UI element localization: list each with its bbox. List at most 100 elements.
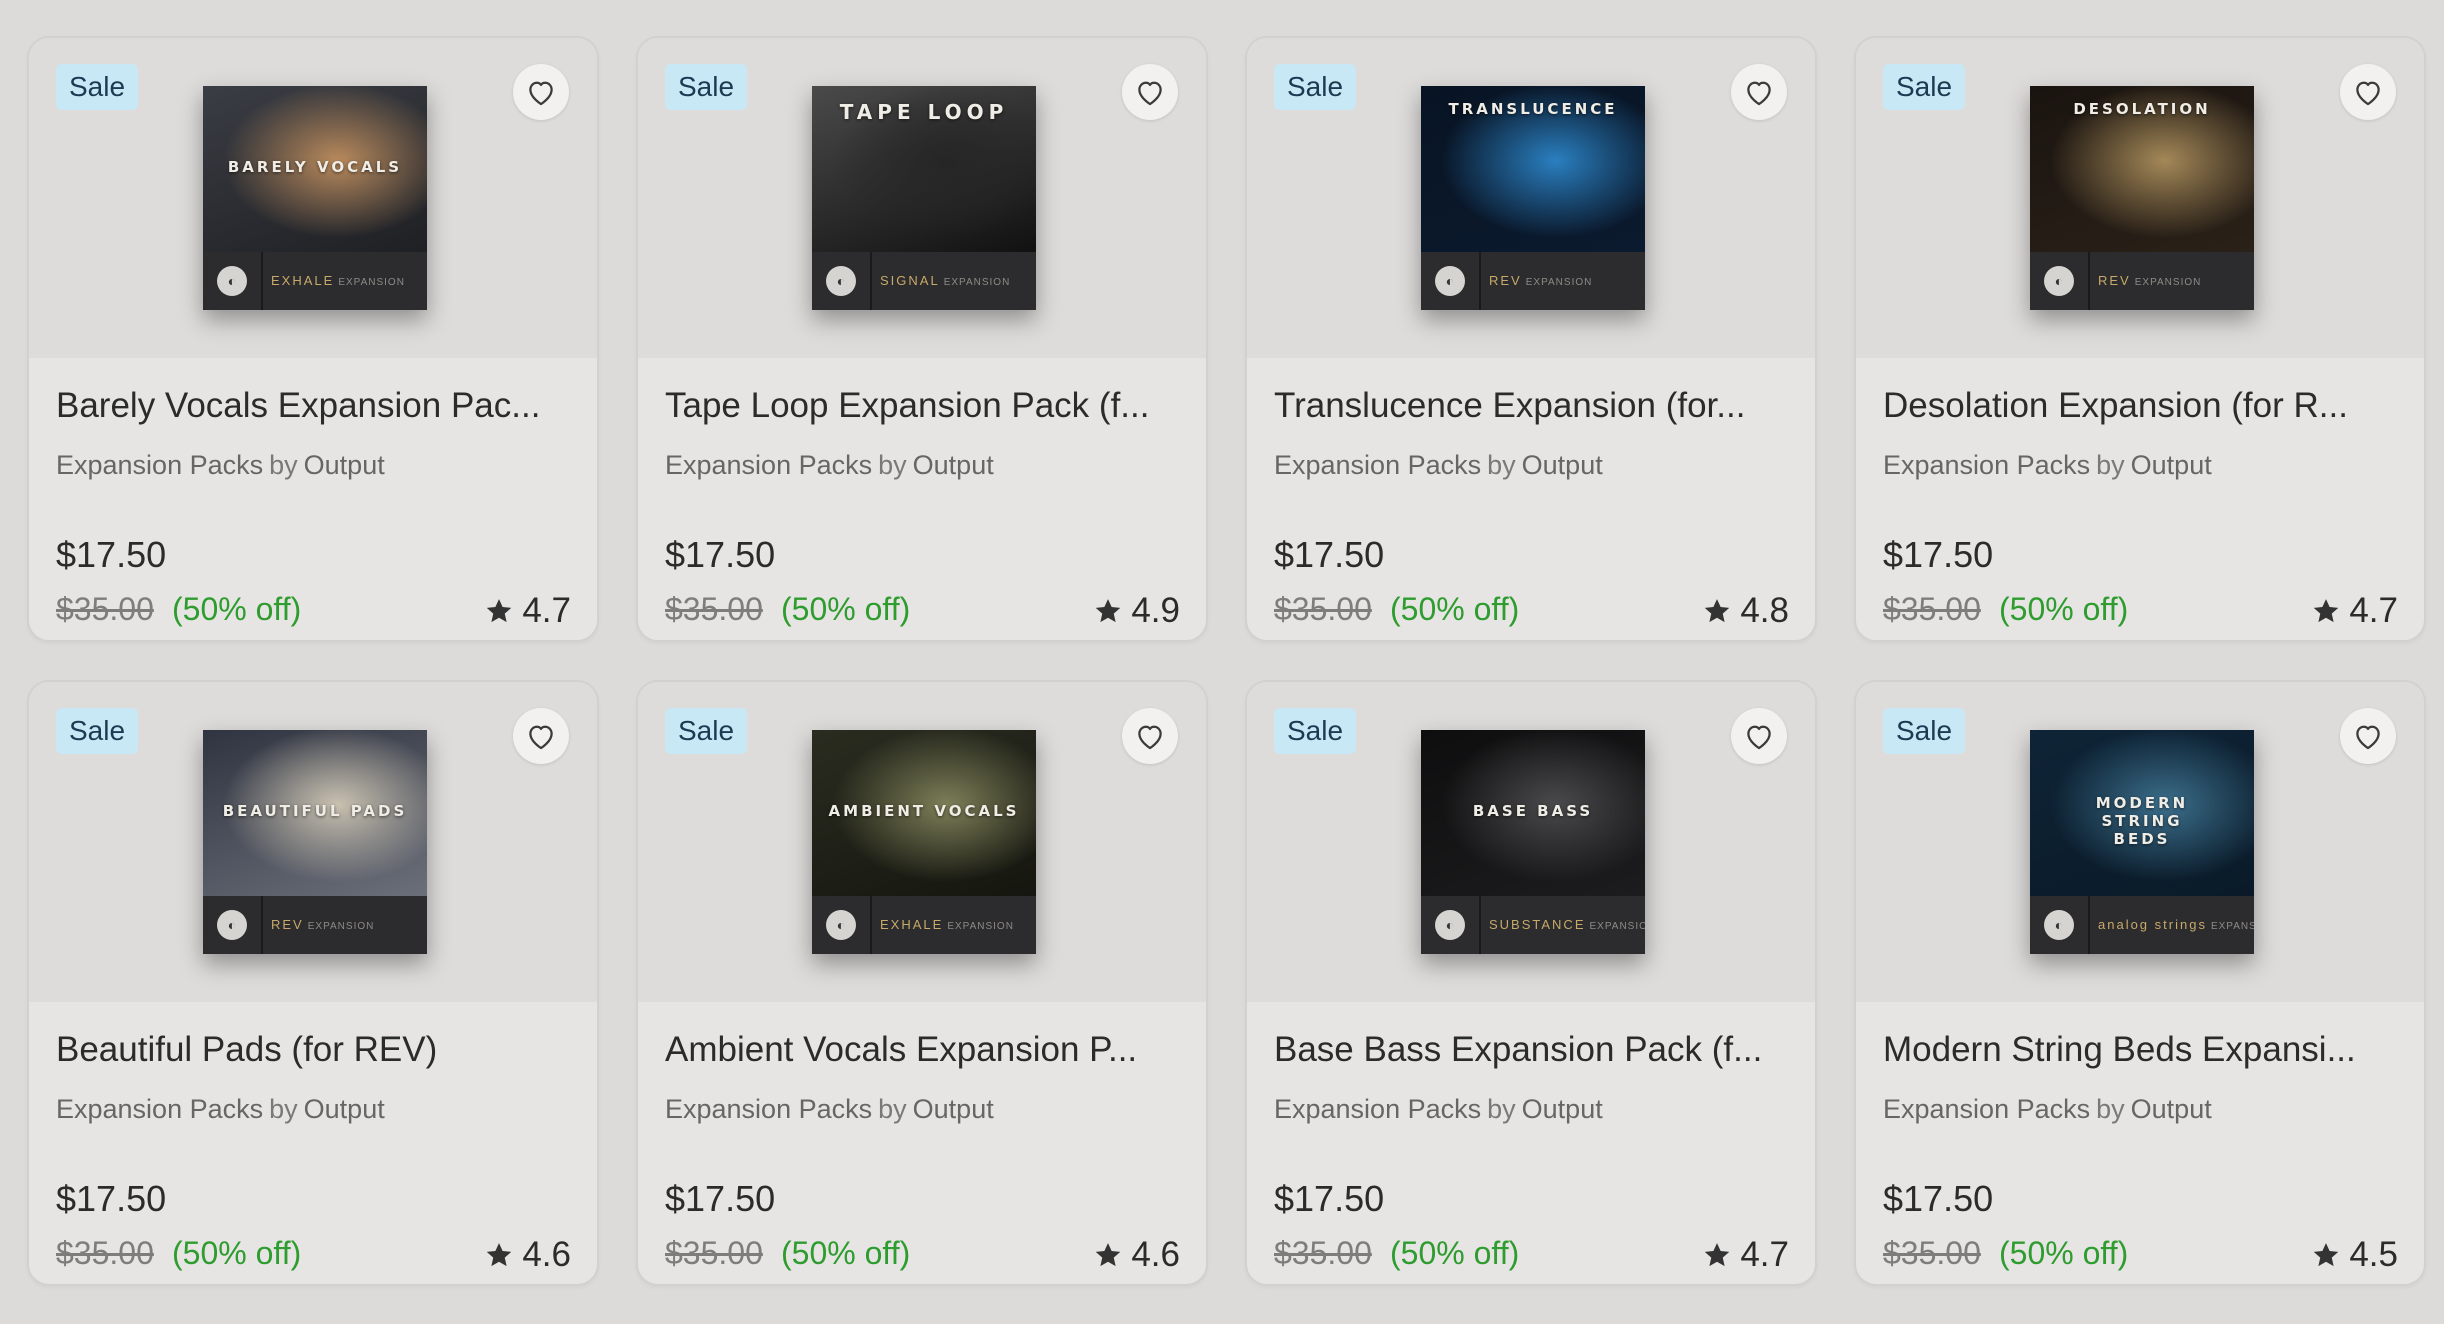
product-rating: 4.7 (1702, 1235, 1789, 1275)
product-cover-image[interactable]: BASE BASS ◐ SUBSTANCEEXPANSION (1421, 730, 1645, 954)
rating-value: 4.9 (1131, 591, 1180, 630)
sale-price: $17.50 (665, 534, 776, 575)
product-image-area[interactable]: Sale DESOLATION ◐ REV EXPANSION (1856, 38, 2424, 358)
heart-icon (529, 725, 553, 750)
product-image-area[interactable]: Sale AMBIENT VOCALS ◐ EXHALE EXPANSION (638, 682, 1206, 1002)
vendor-link[interactable]: Output (913, 1094, 994, 1124)
original-price: $35.00 (665, 591, 763, 627)
wishlist-button[interactable] (1731, 64, 1787, 120)
product-card[interactable]: Sale TAPE LOOP ◐ SIGNAL EXPANSION Tape Lo… (636, 36, 1208, 642)
discount-label: (50% off) (172, 591, 302, 627)
product-title[interactable]: Ambient Vocals Expansion P... (665, 1030, 1185, 1070)
product-card[interactable]: Sale TRANSLUCENCE ◐ REV EXPANSION Translu… (1245, 36, 1817, 642)
category-link[interactable]: Expansion Packs (1883, 1094, 2090, 1124)
product-cover-image[interactable]: TAPE LOOP ◐ SIGNAL EXPANSION (812, 86, 1036, 310)
product-meta: Expansion Packs by Output (1883, 1094, 2212, 1125)
heart-icon (529, 81, 553, 106)
product-card[interactable]: Sale DESOLATION ◐ REV EXPANSION Desolatio… (1854, 36, 2426, 642)
product-image-area[interactable]: Sale TAPE LOOP ◐ SIGNAL EXPANSION (638, 38, 1206, 358)
product-title[interactable]: Base Bass Expansion Pack (f... (1274, 1030, 1794, 1070)
heart-icon (1747, 725, 1771, 750)
discount-label: (50% off) (172, 1235, 302, 1271)
category-link[interactable]: Expansion Packs (56, 450, 263, 480)
product-cover-image[interactable]: TRANSLUCENCE ◐ REV EXPANSION (1421, 86, 1645, 310)
product-title[interactable]: Modern String Beds Expansi... (1883, 1030, 2403, 1070)
cover-divider (1479, 252, 1481, 310)
heart-icon (2356, 81, 2380, 106)
product-card[interactable]: Sale AMBIENT VOCALS ◐ EXHALE EXPANSION Am… (636, 680, 1208, 1286)
sale-badge: Sale (1274, 64, 1357, 110)
category-link[interactable]: Expansion Packs (665, 450, 872, 480)
product-card[interactable]: Sale BARELY VOCALS ◐ EXHALE EXPANSION Bar… (27, 36, 599, 642)
wishlist-button[interactable] (1731, 708, 1787, 764)
product-title[interactable]: Barely Vocals Expansion Pac... (56, 386, 576, 426)
product-image-area[interactable]: Sale BASE BASS ◐ SUBSTANCEEXPANSION (1247, 682, 1815, 1002)
category-link[interactable]: Expansion Packs (665, 1094, 872, 1124)
wishlist-button[interactable] (513, 64, 569, 120)
product-image-area[interactable]: Sale BARELY VOCALS ◐ EXHALE EXPANSION (29, 38, 597, 358)
product-meta: Expansion Packs by Output (1274, 1094, 1603, 1125)
sale-price: $17.50 (1274, 1178, 1385, 1219)
category-link[interactable]: Expansion Packs (1883, 450, 2090, 480)
sale-badge: Sale (1883, 708, 1966, 754)
original-price: $35.00 (56, 591, 154, 627)
product-meta: Expansion Packs by Output (1274, 450, 1603, 481)
vendor-link[interactable]: Output (304, 450, 385, 480)
wishlist-button[interactable] (1122, 708, 1178, 764)
discount-label: (50% off) (781, 591, 911, 627)
discount-label: (50% off) (781, 1235, 911, 1271)
product-rating: 4.8 (1702, 591, 1789, 631)
star-icon (487, 1243, 512, 1267)
output-logo-icon: ◐ (1435, 910, 1465, 940)
vendor-link[interactable]: Output (2131, 450, 2212, 480)
vendor-link[interactable]: Output (1522, 1094, 1603, 1124)
product-grid: Sale BARELY VOCALS ◐ EXHALE EXPANSION Bar… (0, 0, 2444, 1324)
product-cover-image[interactable]: BARELY VOCALS ◐ EXHALE EXPANSION (203, 86, 427, 310)
product-image-area[interactable]: Sale TRANSLUCENCE ◐ REV EXPANSION (1247, 38, 1815, 358)
output-logo-icon: ◐ (2044, 910, 2074, 940)
product-card[interactable]: Sale BASE BASS ◐ SUBSTANCEEXPANSION Base… (1245, 680, 1817, 1286)
cover-divider (2088, 896, 2090, 954)
sale-price: $17.50 (56, 1178, 167, 1219)
category-link[interactable]: Expansion Packs (1274, 1094, 1481, 1124)
sale-badge: Sale (665, 708, 748, 754)
wishlist-button[interactable] (2340, 708, 2396, 764)
by-label: by (269, 450, 298, 480)
wishlist-button[interactable] (2340, 64, 2396, 120)
discount-label: (50% off) (1390, 1235, 1520, 1271)
product-image-area[interactable]: Sale BEAUTIFUL PADS ◐ REV EXPANSION (29, 682, 597, 1002)
vendor-link[interactable]: Output (913, 450, 994, 480)
cover-divider (870, 896, 872, 954)
product-title[interactable]: Tape Loop Expansion Pack (f... (665, 386, 1185, 426)
product-title[interactable]: Beautiful Pads (for REV) (56, 1030, 576, 1070)
output-logo-icon: ◐ (217, 266, 247, 296)
product-cover-image[interactable]: MODERN STRING BEDS ◐ analog strings EXPAN… (2030, 730, 2254, 954)
cover-title: BEAUTIFUL PADS (222, 802, 408, 820)
cover-brand: analog stringsEXPANSION (2098, 917, 2254, 932)
star-icon (487, 599, 512, 623)
category-link[interactable]: Expansion Packs (56, 1094, 263, 1124)
by-label: by (2096, 1094, 2125, 1124)
vendor-link[interactable]: Output (2131, 1094, 2212, 1124)
vendor-link[interactable]: Output (1522, 450, 1603, 480)
product-cover-image[interactable]: AMBIENT VOCALS ◐ EXHALE EXPANSION (812, 730, 1036, 954)
cover-title: TRANSLUCENCE (1448, 100, 1618, 118)
cover-title: TAPE LOOP (839, 100, 1009, 124)
wishlist-button[interactable] (513, 708, 569, 764)
product-image-area[interactable]: Sale MODERN STRING BEDS ◐ analog strings… (1856, 682, 2424, 1002)
product-title[interactable]: Desolation Expansion (for R... (1883, 386, 2403, 426)
product-title[interactable]: Translucence Expansion (for... (1274, 386, 1794, 426)
cover-brand: REV EXPANSION (271, 917, 375, 932)
wishlist-button[interactable] (1122, 64, 1178, 120)
heart-icon (1138, 725, 1162, 750)
category-link[interactable]: Expansion Packs (1274, 450, 1481, 480)
cover-brand: REV EXPANSION (1489, 273, 1593, 288)
product-meta: Expansion Packs by Output (1883, 450, 2212, 481)
star-icon (2314, 599, 2339, 623)
vendor-link[interactable]: Output (304, 1094, 385, 1124)
product-card[interactable]: Sale BEAUTIFUL PADS ◐ REV EXPANSION Beaut… (27, 680, 599, 1286)
output-logo-icon: ◐ (1435, 266, 1465, 296)
product-cover-image[interactable]: DESOLATION ◐ REV EXPANSION (2030, 86, 2254, 310)
product-cover-image[interactable]: BEAUTIFUL PADS ◐ REV EXPANSION (203, 730, 427, 954)
product-card[interactable]: Sale MODERN STRING BEDS ◐ analog strings… (1854, 680, 2426, 1286)
